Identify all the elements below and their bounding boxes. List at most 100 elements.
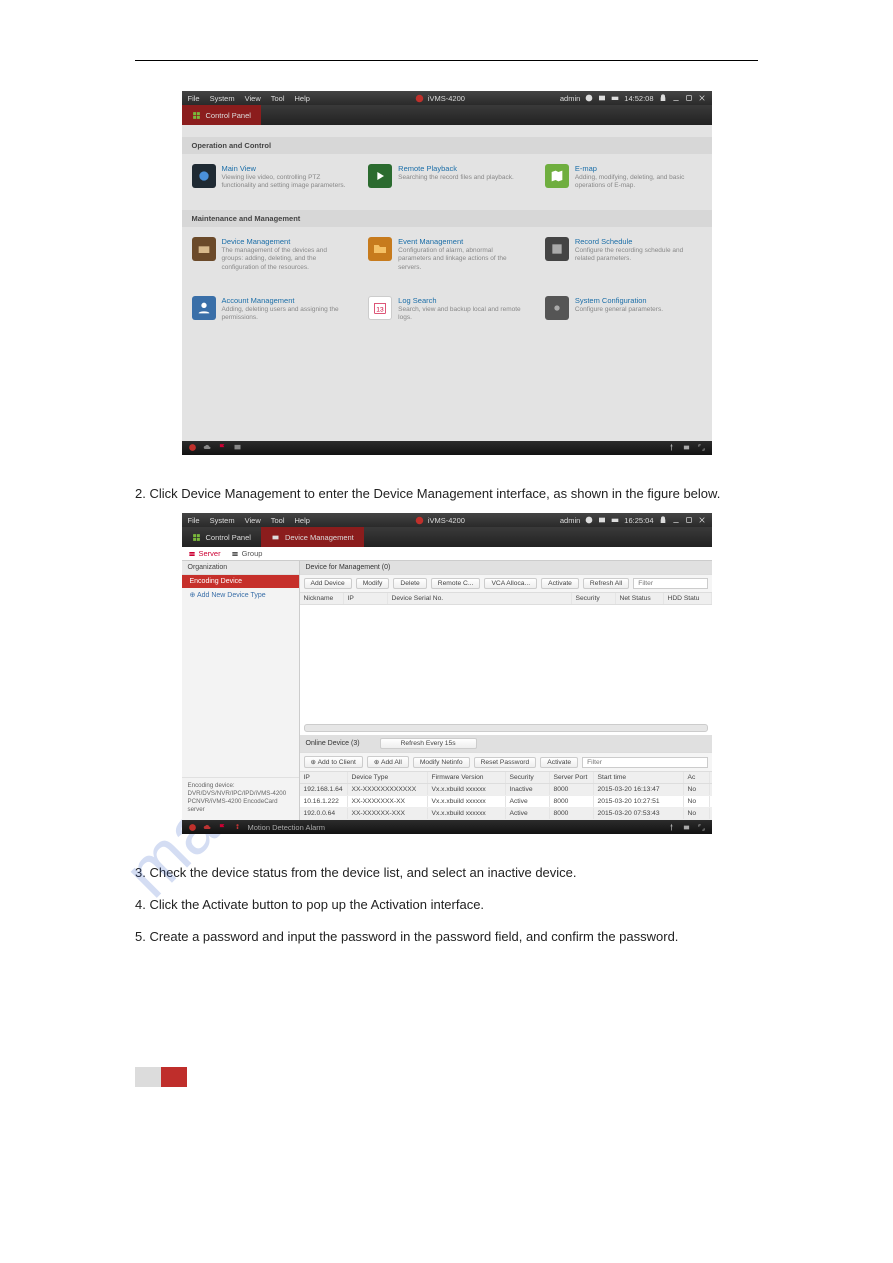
two-screen-icon <box>598 94 606 102</box>
screenshot-device-management: File System View Tool Help iVMS-4200 adm… <box>182 513 712 834</box>
add-to-client-button[interactable]: ⊕ Add to Client <box>304 756 363 768</box>
col-hddstatus[interactable]: HDD Statu <box>664 593 712 604</box>
tab-device-mgmt[interactable]: Device Management <box>261 527 364 547</box>
col2-security[interactable]: Security <box>506 772 550 783</box>
col-ip[interactable]: IP <box>344 593 388 604</box>
maximize-icon[interactable] <box>685 94 693 102</box>
col2-start-time[interactable]: Start time <box>594 772 684 783</box>
menu-view[interactable]: View <box>245 94 261 103</box>
rect-icon-2[interactable] <box>682 823 691 832</box>
col-security[interactable]: Security <box>572 593 616 604</box>
app-title-2: iVMS-4200 <box>320 516 560 525</box>
add-device-button[interactable]: Add Device <box>304 578 352 589</box>
subtabs: Server Group <box>182 547 712 561</box>
modify-button[interactable]: Modify <box>356 578 390 589</box>
grid-icon <box>192 111 201 120</box>
user-label: admin <box>560 94 580 103</box>
folder-icon <box>372 241 388 257</box>
menu-tool-2[interactable]: Tool <box>271 516 285 525</box>
add-all-button[interactable]: ⊕ Add All <box>367 756 409 768</box>
tile-emap[interactable]: E-mapAdding, modifying, deleting, and ba… <box>545 164 702 190</box>
tile-log-search[interactable]: 13 Log SearchSearch, view and backup loc… <box>368 296 525 322</box>
tile-event-mgmt[interactable]: Event ManagementConfiguration of alarm, … <box>368 237 525 271</box>
lock-icon[interactable] <box>659 94 667 102</box>
menu-view-2[interactable]: View <box>245 516 261 525</box>
table-row[interactable]: 192.168.1.64XX-XXXXXXXXXXXX Vx.x.xbuild … <box>300 784 712 796</box>
screenshot-control-panel: File System View Tool Help iVMS-4200 adm… <box>182 91 712 455</box>
activate-button[interactable]: Activate <box>540 757 578 768</box>
filter-input-bottom[interactable]: Filter <box>582 757 707 768</box>
tab-control-panel[interactable]: Control Panel <box>182 105 261 125</box>
tile-remote-playback[interactable]: Remote PlaybackSearching the record file… <box>368 164 525 190</box>
menu-help-2[interactable]: Help <box>295 516 310 525</box>
delete-button[interactable]: Delete <box>393 578 426 589</box>
menu-help[interactable]: Help <box>295 94 310 103</box>
col2-server-port[interactable]: Server Port <box>550 772 594 783</box>
pin-icon[interactable] <box>667 443 676 452</box>
refresh-every-button[interactable]: Refresh Every 15s <box>380 738 477 749</box>
menu-system-2[interactable]: System <box>210 516 235 525</box>
close-icon[interactable] <box>698 94 706 102</box>
tile-system-config[interactable]: System ConfigurationConfigure general pa… <box>545 296 702 322</box>
footer-text: Motion Detection Alarm <box>248 823 326 832</box>
col2-added[interactable]: Ac <box>684 772 710 783</box>
tabbar: Control Panel <box>182 105 712 125</box>
page-divider <box>135 60 758 61</box>
menu-tool[interactable]: Tool <box>271 94 285 103</box>
vca-alloc-button[interactable]: VCA Alloca... <box>484 578 537 589</box>
sidebar-encoding-device[interactable]: Encoding Device <box>182 575 299 588</box>
section-maintenance: Maintenance and Management <box>182 210 712 227</box>
maximize-icon-2[interactable] <box>685 516 693 524</box>
table-row[interactable]: 10.16.1.222XX-XXXXXXX-XX Vx.x.xbuild xxx… <box>300 796 712 808</box>
cloud-icon-2[interactable] <box>203 823 212 832</box>
tile-record-schedule[interactable]: Record ScheduleConfigure the recording s… <box>545 237 702 271</box>
refresh-all-button[interactable]: Refresh All <box>583 578 629 589</box>
minimize-icon-2[interactable] <box>672 516 680 524</box>
lock-icon-2[interactable] <box>659 516 667 524</box>
tile-account-mgmt[interactable]: Account ManagementAdding, deleting users… <box>192 296 349 322</box>
h-scrollbar[interactable] <box>304 724 708 732</box>
col2-firmware[interactable]: Firmware Version <box>428 772 506 783</box>
sidebar-add-device-type[interactable]: ⊕ Add New Device Type <box>182 588 299 602</box>
reset-password-button[interactable]: Reset Password <box>474 757 537 768</box>
tile-main-view[interactable]: Main ViewViewing live video, controlling… <box>192 164 349 190</box>
subtab-group[interactable]: Group <box>231 549 263 558</box>
menu-system[interactable]: System <box>210 94 235 103</box>
close-icon-2[interactable] <box>698 516 706 524</box>
remote-config-button[interactable]: Remote C... <box>431 578 481 589</box>
menu-file[interactable]: File <box>188 94 200 103</box>
tile-device-mgmt[interactable]: Device ManagementThe management of the d… <box>192 237 349 271</box>
col-nickname[interactable]: Nickname <box>300 593 344 604</box>
cloud-icon[interactable] <box>203 443 212 452</box>
server-icon <box>188 550 196 558</box>
alarm-icon-2[interactable] <box>188 823 197 832</box>
sidebar-note: Encoding device: DVR/DVS/NVR/IPC/IPD/iVM… <box>182 777 299 820</box>
rect-icon[interactable] <box>682 443 691 452</box>
subtab-server[interactable]: Server <box>188 549 221 558</box>
expand-icon-2[interactable] <box>697 823 706 832</box>
flag-icon[interactable] <box>218 443 227 452</box>
toolbar-managed: Add Device Modify Delete Remote C... VCA… <box>300 575 712 593</box>
clock: 14:52:08 <box>624 94 653 103</box>
tab-control-panel-2[interactable]: Control Panel <box>182 527 261 547</box>
table-row[interactable]: 192.0.0.64XX-XXXXXX-XXX Vx.x.xbuild xxxx… <box>300 808 712 820</box>
activate-button-top[interactable]: Activate <box>541 578 579 589</box>
pin-icon-2[interactable] <box>667 823 676 832</box>
minimize-icon[interactable] <box>672 94 680 102</box>
filter-input-top[interactable]: Filter <box>633 578 707 589</box>
col2-device-type[interactable]: Device Type <box>348 772 428 783</box>
body-step-3: 3. Check the device status from the devi… <box>135 864 758 882</box>
device-icon <box>196 241 212 257</box>
menu-file-2[interactable]: File <box>188 516 200 525</box>
flag-icon-2[interactable] <box>218 823 227 832</box>
motion-icon[interactable] <box>233 823 242 832</box>
alarm-icon[interactable] <box>188 443 197 452</box>
col-netstatus[interactable]: Net Status <box>616 593 664 604</box>
expand-icon[interactable] <box>697 443 706 452</box>
modify-netinfo-button[interactable]: Modify Netinfo <box>413 757 470 768</box>
screen-icon[interactable] <box>233 443 242 452</box>
menubar-2: File System View Tool Help iVMS-4200 adm… <box>182 513 712 527</box>
col2-ip[interactable]: IP <box>300 772 348 783</box>
col-serial[interactable]: Device Serial No. <box>388 593 572 604</box>
schedule-icon <box>549 241 565 257</box>
